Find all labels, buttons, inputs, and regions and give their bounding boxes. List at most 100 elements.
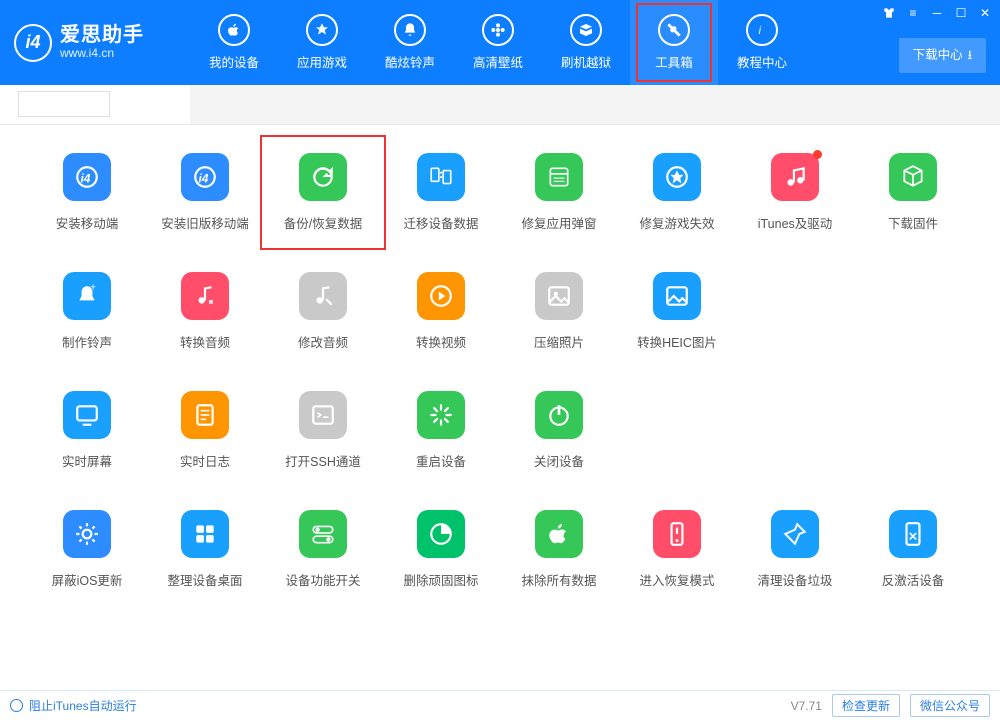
sidebar-placeholder <box>0 85 190 124</box>
migrate-icon <box>417 153 465 201</box>
apple-icon <box>218 14 250 46</box>
maximize-icon[interactable]: ☐ <box>954 6 968 20</box>
sub-header <box>0 85 1000 125</box>
tile-realtime-log[interactable]: 实时日志 <box>146 391 264 470</box>
appstore-icon <box>306 14 338 46</box>
tile-deactivate-device[interactable]: 反激活设备 <box>854 510 972 589</box>
bell-icon <box>394 14 426 46</box>
download-center-button[interactable]: 下载中心⭳ <box>899 38 986 73</box>
tile-organize-desktop[interactable]: 整理设备桌面 <box>146 510 264 589</box>
terminal-icon <box>299 391 347 439</box>
nav-flash-jailbreak[interactable]: 刷机越狱 <box>542 0 630 85</box>
tile-erase-all-data[interactable]: 抹除所有数据 <box>500 510 618 589</box>
nav-apps-games[interactable]: 应用游戏 <box>278 0 366 85</box>
loading-icon <box>417 391 465 439</box>
logo-icon: i4 <box>14 24 52 62</box>
photo-icon <box>535 272 583 320</box>
tool-row: 实时屏幕 实时日志 打开SSH通道 重启设备 关闭设备 <box>28 391 972 470</box>
i4-app-icon: i4 <box>63 153 111 201</box>
backup-icon <box>299 153 347 201</box>
tile-install-old-mobile[interactable]: i4 安装旧版移动端 <box>146 153 264 232</box>
tile-clean-junk[interactable]: 清理设备垃圾 <box>736 510 854 589</box>
tools-icon <box>658 14 690 46</box>
gear-block-icon <box>63 510 111 558</box>
tile-convert-audio[interactable]: 转换音频 <box>146 272 264 351</box>
power-icon <box>535 391 583 439</box>
deactivate-icon <box>889 510 937 558</box>
tile-realtime-screen[interactable]: 实时屏幕 <box>28 391 146 470</box>
tile-shutdown-device[interactable]: 关闭设备 <box>500 391 618 470</box>
broom-icon <box>771 510 819 558</box>
badge-dot-icon <box>813 150 822 159</box>
video-convert-icon <box>417 272 465 320</box>
tile-convert-video[interactable]: 转换视频 <box>382 272 500 351</box>
tile-install-mobile[interactable]: i4 安装移动端 <box>28 153 146 232</box>
audio-edit-icon <box>299 272 347 320</box>
window-controls: ≡ ─ ☐ ✕ <box>882 6 992 20</box>
heic-icon <box>653 272 701 320</box>
tile-edit-audio[interactable]: 修改音频 <box>264 272 382 351</box>
svg-text:i: i <box>759 25 762 37</box>
device-recovery-icon <box>653 510 701 558</box>
main-nav: 我的设备 应用游戏 酷炫铃声 高清壁纸 刷机越狱 工具箱 i 教程中心 <box>190 0 806 85</box>
tool-row: + 制作铃声 转换音频 修改音频 转换视频 压缩照片 转换HEIC图片 <box>28 272 972 351</box>
grid-icon <box>181 510 229 558</box>
bell-plus-icon: + <box>63 272 111 320</box>
nav-ringtones[interactable]: 酷炫铃声 <box>366 0 454 85</box>
tile-reboot-device[interactable]: 重启设备 <box>382 391 500 470</box>
appstore-fix-icon <box>653 153 701 201</box>
close-icon[interactable]: ✕ <box>978 6 992 20</box>
box-icon <box>570 14 602 46</box>
nav-tutorials[interactable]: i 教程中心 <box>718 0 806 85</box>
tile-delete-stubborn-icon[interactable]: 删除顽固图标 <box>382 510 500 589</box>
pie-icon <box>417 510 465 558</box>
app-title: 爱思助手 <box>60 24 144 47</box>
version-label: V7.71 <box>791 699 822 713</box>
tool-row: 屏蔽iOS更新 整理设备桌面 设备功能开关 删除顽固图标 抹除所有数据 进入恢复… <box>28 510 972 589</box>
tile-itunes-driver[interactable]: iTunes及驱动 <box>736 153 854 232</box>
tile-open-ssh[interactable]: 打开SSH通道 <box>264 391 382 470</box>
app-header: i4 爱思助手 www.i4.cn 我的设备 应用游戏 酷炫铃声 高清壁纸 刷机… <box>0 0 1000 85</box>
nav-my-device[interactable]: 我的设备 <box>190 0 278 85</box>
minimize-icon[interactable]: ─ <box>930 6 944 20</box>
wechat-button[interactable]: 微信公众号 <box>910 694 990 717</box>
tool-row: i4 安装移动端 i4 安装旧版移动端 备份/恢复数据 迁移设备数据 修复应用弹… <box>28 153 972 232</box>
tile-device-toggles[interactable]: 设备功能开关 <box>264 510 382 589</box>
apple-solid-icon <box>535 510 583 558</box>
tile-convert-heic[interactable]: 转换HEIC图片 <box>618 272 736 351</box>
download-arrow-icon: ⭳ <box>968 48 972 62</box>
flower-icon <box>482 14 514 46</box>
nav-wallpapers[interactable]: 高清壁纸 <box>454 0 542 85</box>
menu-icon[interactable]: ≡ <box>906 6 920 20</box>
tile-migrate-device[interactable]: 迁移设备数据 <box>382 153 500 232</box>
tile-fix-game[interactable]: 修复游戏失效 <box>618 153 736 232</box>
tile-compress-photo[interactable]: 压缩照片 <box>500 272 618 351</box>
check-update-button[interactable]: 检查更新 <box>832 694 900 717</box>
status-text[interactable]: 阻止iTunes自动运行 <box>29 697 137 714</box>
tool-grid: i4 安装移动端 i4 安装旧版移动端 备份/恢复数据 迁移设备数据 修复应用弹… <box>0 125 1000 690</box>
app-subtitle: www.i4.cn <box>60 47 144 61</box>
svg-text:+: + <box>90 283 96 294</box>
tile-download-firmware[interactable]: 下载固件 <box>854 153 972 232</box>
cube-icon <box>889 153 937 201</box>
skin-icon[interactable] <box>882 6 896 20</box>
i4-app-icon: i4 <box>181 153 229 201</box>
info-icon: i <box>746 14 778 46</box>
tile-block-ios-update[interactable]: 屏蔽iOS更新 <box>28 510 146 589</box>
nav-toolbox[interactable]: 工具箱 <box>630 0 718 85</box>
tile-make-ringtone[interactable]: + 制作铃声 <box>28 272 146 351</box>
tile-backup-restore[interactable]: 备份/恢复数据 <box>264 153 382 232</box>
itunes-icon <box>771 153 819 201</box>
log-icon <box>181 391 229 439</box>
svg-text:i4: i4 <box>199 171 209 185</box>
status-circle-icon <box>10 699 23 712</box>
logo: i4 爱思助手 www.i4.cn <box>0 0 190 85</box>
monitor-icon <box>63 391 111 439</box>
toggles-icon <box>299 510 347 558</box>
audio-convert-icon <box>181 272 229 320</box>
svg-text:i4: i4 <box>81 171 91 185</box>
status-bar: 阻止iTunes自动运行 V7.71 检查更新 微信公众号 <box>0 690 1000 720</box>
appleid-icon <box>535 153 583 201</box>
tile-enter-recovery[interactable]: 进入恢复模式 <box>618 510 736 589</box>
tile-fix-popup[interactable]: 修复应用弹窗 <box>500 153 618 232</box>
